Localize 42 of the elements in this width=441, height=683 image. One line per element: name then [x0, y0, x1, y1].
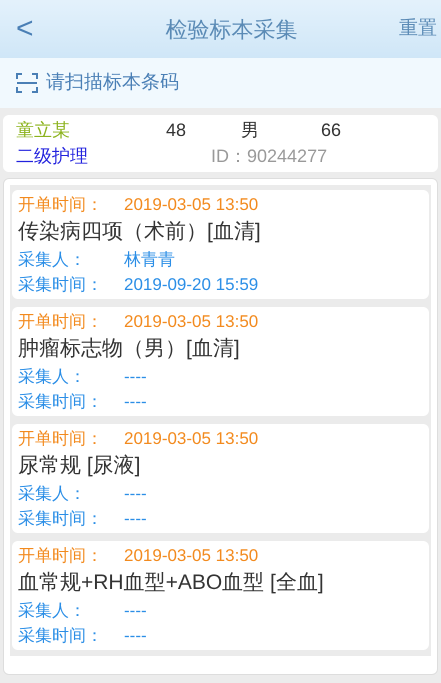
page-title: 检验标本采集 [164, 16, 298, 44]
test-name: 肿瘤标志物（男）[血清] [18, 336, 241, 362]
collector: ---- [124, 600, 147, 622]
order-time: 2019-03-05 13:50 [124, 428, 258, 450]
scan-prompt: 请扫描标本条码 [46, 70, 179, 95]
collect-time-label: 采集时间： [18, 508, 104, 530]
scan-icon [16, 72, 38, 94]
test-name: 尿常规 [尿液] [18, 453, 142, 479]
collector: 林青青 [124, 249, 175, 271]
order-card[interactable]: 开单时间： 2019-03-05 13:50 传染病四项（术前）[血清] 采集人： 林青青 采集时间： 2019-09-20 15:59 [12, 190, 429, 299]
collector: ---- [124, 366, 147, 388]
order-time: 2019-03-05 13:50 [124, 194, 258, 216]
order-card[interactable]: 开单时间： 2019-03-05 13:50 肿瘤标志物（男）[血清] 采集人： ---- 采集时间： ---- [12, 307, 429, 416]
scan-bar[interactable]: 请扫描标本条码 [0, 58, 441, 108]
test-name: 血常规+RH血型+ABO血型 [全血] [18, 570, 325, 596]
collect-time: ---- [124, 391, 147, 413]
order-time-label: 开单时间： [18, 194, 104, 216]
order-time-label: 开单时间： [18, 545, 104, 567]
order-time-label: 开单时间： [18, 311, 104, 333]
patient-id: ID：90244277 [211, 144, 328, 168]
order-card[interactable]: 开单时间： 2019-03-05 13:50 尿常规 [尿液] 采集人： ---- 采集时间： ---- [12, 424, 429, 533]
collector-label: 采集人： [18, 249, 87, 271]
patient-age: 48 [166, 118, 188, 142]
collect-time-label: 采集时间： [18, 391, 104, 413]
collect-time: ---- [124, 625, 147, 647]
collector-label: 采集人： [18, 600, 87, 622]
order-time: 2019-03-05 13:50 [124, 545, 258, 567]
collector-label: 采集人： [18, 366, 87, 388]
collect-time-label: 采集时间： [18, 274, 104, 296]
care-level: 二级护理 [16, 144, 89, 168]
collector-label: 采集人： [18, 483, 87, 505]
bed-number: 66 [321, 118, 342, 142]
collect-time: ---- [124, 508, 147, 530]
order-card[interactable]: 开单时间： 2019-03-05 13:50 血常规+RH血型+ABO血型 [全血] 采集人： ---- 采集时间： ---- [12, 541, 429, 650]
order-time: 2019-03-05 13:50 [124, 311, 258, 333]
test-name: 传染病四项（术前）[血清] [18, 219, 262, 245]
collector: ---- [124, 483, 147, 505]
patient-name: 童立某 [16, 118, 71, 142]
collect-time-label: 采集时间： [18, 625, 104, 647]
order-time-label: 开单时间： [18, 428, 104, 450]
patient-sex: 男 [241, 118, 260, 142]
collect-time: 2019-09-20 15:59 [124, 274, 258, 296]
